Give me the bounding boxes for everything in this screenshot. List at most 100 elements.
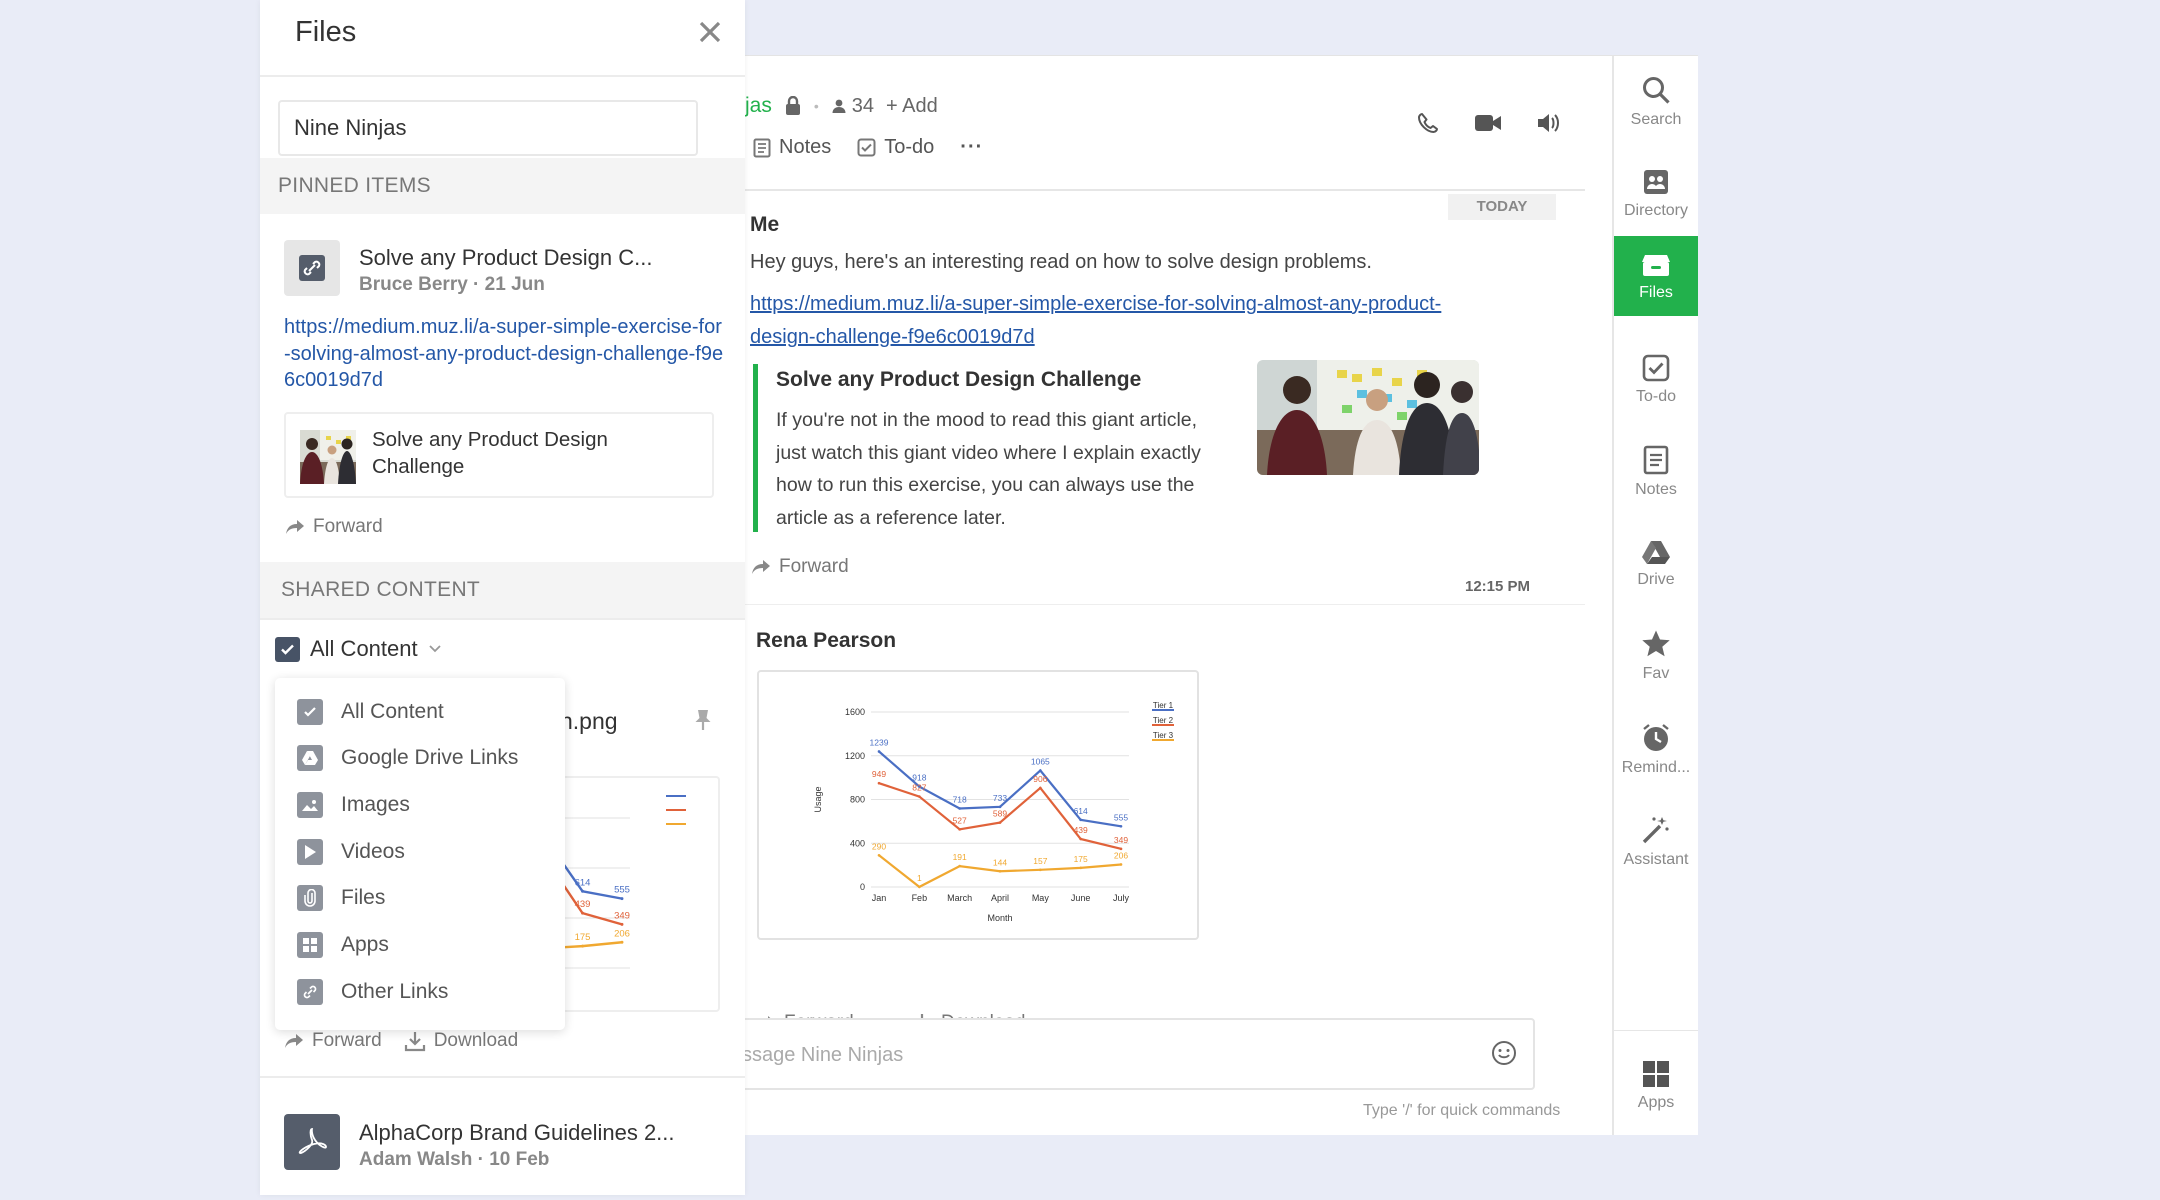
pinned-item-title[interactable]: Solve any Product Design C... [359, 245, 652, 271]
x-tick-label: June [1071, 893, 1091, 903]
pinned-link-preview[interactable]: Solve any Product Design Challenge [284, 412, 714, 498]
panel-title: Files [295, 16, 357, 48]
filter-option-label: Apps [341, 933, 389, 956]
pinned-items-header: PINNED ITEMS [260, 158, 745, 214]
forward-button[interactable]: Forward [284, 1030, 382, 1052]
message-sender[interactable]: Rena Pearson [756, 629, 896, 653]
image-attachment[interactable]: 0 400 800 1200 1600 Jan Feb March April May June Ju… [757, 670, 1199, 940]
pinned-item[interactable]: Solve any Product Design C... Bruce Berr… [260, 218, 745, 558]
data-label: 175 [1074, 854, 1088, 864]
video-icon[interactable] [1474, 112, 1502, 134]
drive-icon [297, 745, 323, 771]
phone-icon[interactable] [1416, 111, 1440, 135]
link-preview[interactable]: Solve any Product Design Challenge If yo… [753, 360, 1493, 532]
filter-option-label: Other Links [341, 980, 449, 1003]
tab-todo[interactable]: To-do [857, 136, 934, 159]
rail-item-directory[interactable]: Directory [1614, 152, 1698, 236]
rail-label: Drive [1637, 571, 1675, 588]
link-preview-title[interactable]: Solve any Product Design Challenge [776, 368, 1141, 392]
files-panel: Files PINNED ITEMS Solve any Product Des… [260, 0, 745, 1195]
filter-option-other-links[interactable]: Other Links [297, 972, 448, 1012]
shared-document-item[interactable]: AlphaCorp Brand Guidelines 2... Adam Wal… [260, 1090, 745, 1200]
checkbox-icon [297, 699, 323, 725]
filter-option-videos[interactable]: Videos [297, 832, 405, 872]
x-tick-label: April [991, 893, 1009, 903]
more-options-button[interactable]: ··· [960, 136, 983, 159]
filter-option-images[interactable]: Images [297, 785, 410, 825]
content-filter-dropdown[interactable]: All Content [275, 636, 442, 662]
message-link[interactable]: https://medium.muz.li/a-super-simple-exe… [750, 288, 1470, 354]
link-preview-image[interactable] [1257, 360, 1479, 475]
rail-item-reminders[interactable]: Remind... [1614, 708, 1698, 792]
filter-option-label: Files [341, 886, 386, 909]
filter-option-apps[interactable]: Apps [297, 925, 389, 965]
y-tick-label: 1200 [845, 751, 865, 761]
message-input[interactable] [742, 1038, 1442, 1072]
download-button[interactable]: Download [404, 1030, 519, 1052]
x-tick-label: July [1113, 893, 1130, 903]
shared-item-title[interactable]: n.png [560, 708, 618, 735]
link-icon [297, 979, 323, 1005]
pin-icon[interactable] [692, 708, 714, 732]
filter-option-all-content[interactable]: All Content [297, 692, 444, 732]
rail-item-assistant[interactable]: Assistant [1614, 800, 1698, 884]
close-icon[interactable] [698, 20, 722, 44]
forward-icon [752, 560, 770, 574]
emoji-icon[interactable] [1491, 1040, 1517, 1066]
y-tick-label: 0 [860, 882, 865, 892]
rail-item-fav[interactable]: Fav [1614, 614, 1698, 698]
drive-icon [1642, 541, 1670, 564]
member-count-value: 34 [851, 94, 875, 117]
data-point [1079, 818, 1082, 822]
x-tick-label: Feb [912, 893, 928, 903]
pinned-item-link[interactable]: https://medium.muz.li/a-super-simple-exe… [284, 314, 724, 394]
channel-info: jas • 34 + Add [745, 94, 938, 118]
data-label: 290 [872, 841, 886, 851]
y-tick-label: 1600 [845, 707, 865, 717]
forward-button[interactable]: Forward [751, 556, 849, 578]
forward-label: Forward [313, 516, 383, 537]
search-input[interactable] [280, 102, 696, 154]
rail-item-files[interactable]: Files [1614, 236, 1698, 316]
filter-option-label: Images [341, 793, 410, 816]
rail-item-drive[interactable]: Drive [1614, 522, 1698, 606]
legend-label: Tier 1 [1153, 701, 1174, 710]
add-member-button[interactable]: + Add [886, 95, 938, 118]
tab-notes[interactable]: Notes [753, 136, 831, 159]
filter-label: All Content [310, 636, 418, 661]
data-point [877, 781, 881, 785]
data-label: 349 [614, 910, 630, 921]
rail-label: Files [1639, 284, 1673, 301]
download-label: Download [433, 1030, 519, 1051]
data-label: 733 [993, 793, 1007, 803]
filter-option-files[interactable]: Files [297, 878, 385, 918]
data-point [1079, 837, 1082, 841]
document-title[interactable]: AlphaCorp Brand Guidelines 2... [359, 1120, 675, 1146]
member-count[interactable]: 34 [831, 95, 874, 118]
content-filter-menu: All Content Google Drive Links Images Vi… [275, 678, 565, 1030]
rail-item-apps[interactable]: Apps [1614, 1044, 1698, 1128]
composer-hint: Type '/' for quick commands [1363, 1102, 1561, 1119]
series-line-1 [560, 857, 623, 900]
more-label: ··· [960, 136, 984, 158]
rail-item-search[interactable]: Search [1614, 60, 1698, 144]
rail-item-notes[interactable]: Notes [1614, 430, 1698, 514]
filter-option-google-drive-links[interactable]: Google Drive Links [297, 738, 518, 778]
data-label: 439 [575, 899, 591, 910]
message-sender[interactable]: Me [750, 213, 779, 237]
channel-name[interactable]: jas [745, 94, 772, 118]
data-point [1119, 863, 1123, 866]
series-line-3 [560, 941, 623, 949]
data-point [918, 795, 921, 798]
rail-item-todo[interactable]: To-do [1614, 338, 1698, 422]
legend-label: Tier 3 [1153, 731, 1174, 740]
data-label: 1 [917, 873, 922, 883]
x-axis-label: Month [987, 913, 1012, 923]
speaker-icon[interactable] [1536, 112, 1560, 134]
forward-button[interactable]: Forward [285, 516, 383, 538]
y-tick-label: 400 [850, 838, 865, 848]
shared-chart-thumbnail[interactable]: 1065614555906439349157175206 [560, 776, 720, 1012]
message-separator [745, 604, 1585, 605]
apps-icon [297, 932, 323, 958]
message-text: Hey guys, here's an interesting read on … [750, 251, 1372, 273]
